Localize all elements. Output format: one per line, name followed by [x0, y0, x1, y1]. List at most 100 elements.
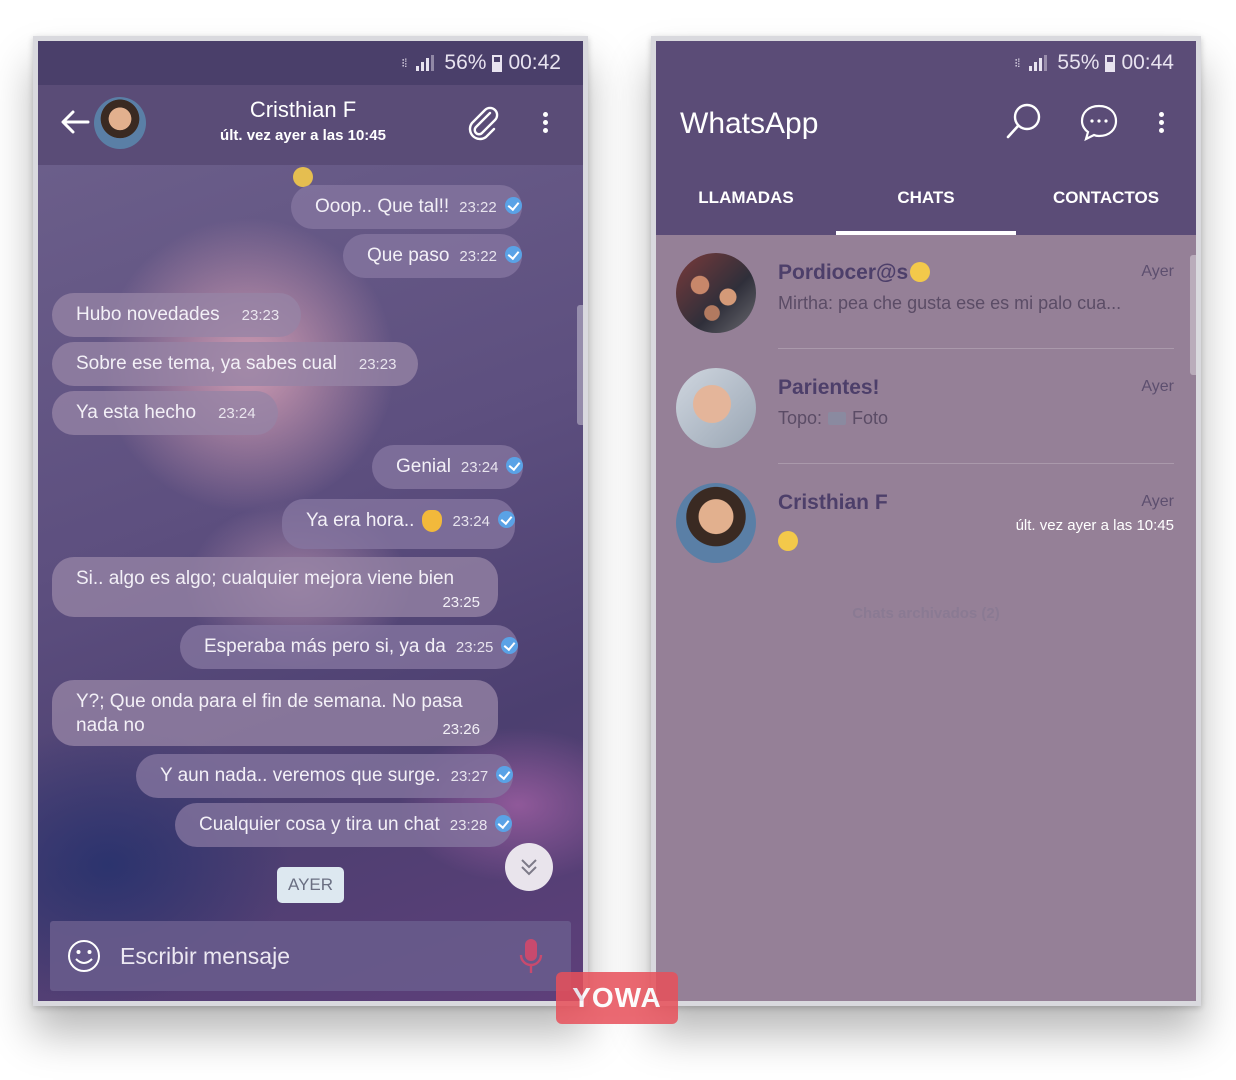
message-in[interactable]: Sobre ese tema, ya sabes cual 23:23: [52, 342, 419, 386]
read-tick-icon: [504, 197, 522, 215]
battery-percent: 55%: [1057, 51, 1100, 74]
message-in[interactable]: Y?; Que onda para el fin de semana. No p…: [52, 680, 498, 746]
attach-icon[interactable]: [464, 103, 502, 141]
chat-screen: ⁝⁞ 56% 00:42 Cristhian F últ. vez ayer a…: [33, 36, 588, 1006]
message-text: Ya era hora..: [306, 510, 415, 531]
emoji-picker-icon[interactable]: [66, 938, 102, 974]
message-time: 23:24: [218, 405, 256, 422]
chat-row[interactable]: Parientes! Ayer Topo: Foto: [656, 350, 1196, 464]
clock: 00:42: [508, 51, 561, 74]
chat-header: Cristhian F últ. vez ayer a las 10:45: [38, 85, 583, 165]
read-tick-icon: [501, 637, 519, 655]
message-in[interactable]: Si.. algo es algo; cualquier mejora vien…: [52, 557, 498, 617]
battery-icon: [1105, 54, 1116, 72]
double-chevron-down-icon: [521, 859, 537, 876]
message-time: 23:25: [442, 594, 480, 611]
chat-list: Pordiocer@s Ayer Mirtha: pea che gusta e…: [656, 235, 1196, 1001]
smiley-emoji-icon: [778, 531, 798, 551]
chat-name: Cristhian F: [778, 491, 888, 514]
message-input[interactable]: [120, 939, 480, 973]
message-time: 23:25: [455, 639, 494, 656]
contact-info[interactable]: Cristhian F últ. vez ayer a las 10:45: [198, 97, 408, 144]
chat-time: Ayer: [1141, 263, 1174, 280]
chat-list-screen: ⁝⁞ 55% 00:44 WhatsApp LLAMADAS CHATS CON…: [651, 36, 1201, 1006]
tab-chats[interactable]: CHATS: [836, 163, 1016, 235]
contact-avatar[interactable]: [676, 483, 756, 563]
battery-icon: [492, 54, 503, 72]
read-tick-icon: [506, 457, 524, 475]
wink-emoji-icon: [910, 262, 931, 282]
app-header: WhatsApp LLAMADAS CHATS CONTACTOS: [656, 85, 1196, 235]
message-time: 23:22: [459, 199, 497, 216]
message-list[interactable]: Ooop.. Que tal!! 23:22 Que paso 23:22 Hubo…: [38, 165, 583, 1001]
message-time: 23:23: [358, 356, 397, 373]
message-out[interactable]: Genial 23:24: [372, 445, 524, 489]
message-time: 23:27: [450, 768, 489, 785]
message-text: Sobre ese tema, ya sabes cual: [76, 353, 337, 374]
network-icon: ⁝⁞: [1014, 56, 1020, 70]
message-out[interactable]: Esperaba más pero si, ya da 23:25: [180, 625, 519, 669]
scroll-down-button[interactable]: [505, 843, 553, 891]
last-seen: últ. vez ayer a las 10:45: [220, 127, 386, 144]
message-text: Ooop.. Que tal!!: [315, 196, 450, 217]
message-text: Que paso: [367, 245, 450, 266]
tab-contacts[interactable]: CONTACTOS: [1016, 163, 1196, 235]
network-icon: ⁝⁞: [401, 56, 407, 70]
last-seen: últ. vez ayer a las 10:45: [1015, 517, 1174, 534]
microphone-icon[interactable]: [519, 937, 543, 975]
emoji-icon: [293, 167, 313, 187]
edge-panel-handle[interactable]: [577, 305, 583, 425]
chat-name: Parientes!: [778, 376, 880, 399]
archived-chats-link[interactable]: Chats archivados (2): [656, 605, 1196, 622]
signal-icon: [1029, 55, 1048, 71]
read-tick-icon: [497, 511, 515, 529]
edge-panel-handle[interactable]: [1190, 255, 1196, 375]
new-chat-icon[interactable]: [1078, 101, 1120, 143]
message-time: 23:23: [241, 307, 280, 324]
more-options-icon[interactable]: [540, 109, 550, 139]
message-text: Genial: [396, 456, 451, 477]
ok-hand-emoji-icon: [422, 509, 443, 532]
chat-row[interactable]: Pordiocer@s Ayer Mirtha: pea che gusta e…: [656, 235, 1196, 349]
tab-calls[interactable]: LLAMADAS: [656, 163, 836, 235]
group-avatar[interactable]: [676, 368, 756, 448]
message-out[interactable]: Y aun nada.. veremos que surge. 23:27: [136, 754, 514, 798]
search-icon[interactable]: [1004, 101, 1044, 141]
clock: 00:44: [1121, 51, 1174, 74]
chat-name: Pordiocer@s: [778, 261, 931, 285]
camera-icon: [828, 412, 847, 425]
message-out[interactable]: Ya era hora.. 23:24: [282, 499, 515, 549]
chat-time: Ayer: [1141, 493, 1174, 510]
status-bar: ⁝⁞ 56% 00:42: [38, 41, 583, 85]
message-in[interactable]: Ya esta hecho 23:24: [52, 391, 278, 435]
message-text: Hubo novedades: [76, 304, 220, 325]
back-arrow-icon[interactable]: [58, 105, 92, 139]
read-tick-icon: [504, 246, 522, 264]
message-text: Ya esta hecho: [76, 402, 197, 423]
watermark-logo: YOWA: [556, 972, 678, 1024]
message-text: Y aun nada.. veremos que surge.: [160, 765, 441, 786]
chat-row[interactable]: Cristhian F Ayer últ. vez ayer a las 10:…: [656, 465, 1196, 579]
message-text: Si.. algo es algo; cualquier mejora vien…: [76, 568, 455, 589]
chat-preview: Mirtha: pea che gusta ese es mi palo cua…: [778, 293, 1122, 313]
tab-bar: LLAMADAS CHATS CONTACTOS: [656, 163, 1196, 235]
contact-name: Cristhian F: [249, 97, 357, 122]
message-out[interactable]: Que paso 23:22: [343, 234, 522, 278]
status-bar: ⁝⁞ 55% 00:44: [656, 41, 1196, 85]
more-options-icon[interactable]: [1156, 109, 1166, 139]
message-time: 23:24: [460, 459, 499, 476]
date-separator: AYER: [277, 867, 345, 903]
divider: [778, 463, 1174, 464]
message-time: 23:24: [452, 513, 490, 530]
group-avatar[interactable]: [676, 253, 756, 333]
compose-bar: [50, 921, 571, 991]
chat-preview: Topo: Foto: [778, 408, 889, 428]
message-time: 23:28: [449, 817, 488, 834]
chat-time: Ayer: [1141, 378, 1174, 395]
contact-avatar[interactable]: [94, 97, 146, 149]
message-out[interactable]: Cualquier cosa y tira un chat 23:28: [175, 803, 513, 847]
read-tick-icon: [495, 815, 513, 833]
app-title: WhatsApp: [680, 107, 819, 140]
message-in[interactable]: Hubo novedades 23:23: [52, 293, 302, 337]
message-out[interactable]: Ooop.. Que tal!! 23:22: [291, 185, 522, 229]
